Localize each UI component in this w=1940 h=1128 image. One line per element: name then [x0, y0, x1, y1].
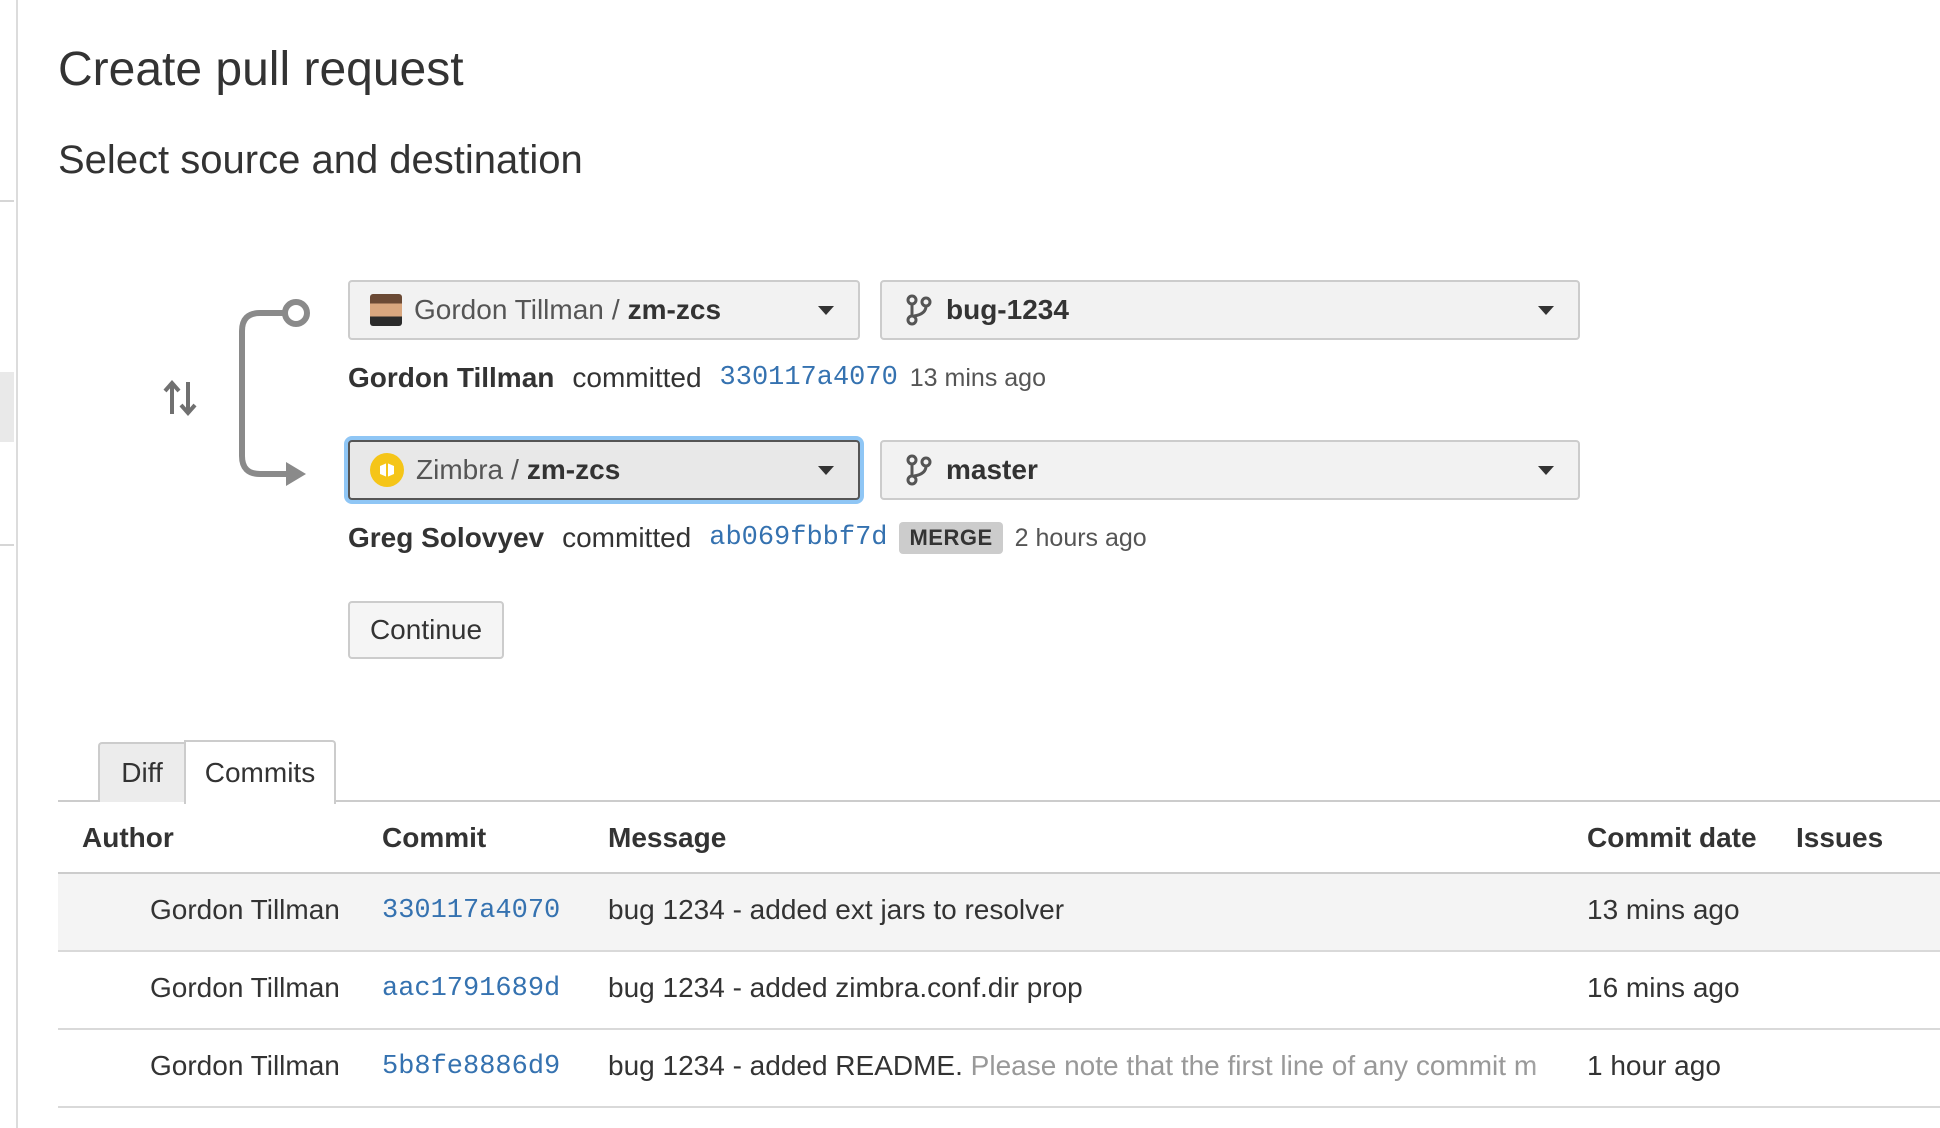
row-message: bug 1234 - added zimbra.conf.dir prop — [608, 972, 1578, 1004]
branch-icon — [906, 454, 932, 486]
commit-hash-link[interactable]: ab069fbbf7d — [709, 523, 887, 553]
swap-direction-icon[interactable] — [162, 378, 198, 418]
row-message: bug 1234 - added ext jars to resolver — [608, 894, 1578, 926]
commit-author: Gordon Tillman — [348, 362, 555, 393]
tab-diff[interactable]: Diff — [98, 742, 186, 802]
source-repo-owner: Gordon Tillman — [414, 294, 604, 325]
commit-author: Greg Solovyev — [348, 522, 545, 553]
column-header-issues: Issues — [1796, 822, 1884, 853]
source-repo-select[interactable]: Gordon Tillman / zm-zcs — [348, 280, 860, 340]
table-header: Author Commit Message Commit date Issues — [58, 802, 1940, 874]
table-row[interactable]: Gordon Tillman aac1791689d bug 1234 - ad… — [58, 952, 1940, 1030]
row-date: 1 hour ago — [1587, 1050, 1721, 1081]
row-author: Gordon Tillman — [150, 972, 340, 1003]
row-date: 13 mins ago — [1587, 894, 1740, 925]
row-message-text: bug 1234 - added README. — [608, 1050, 963, 1081]
table-row[interactable]: Gordon Tillman 5b8fe8886d9 bug 1234 - ad… — [58, 1030, 1940, 1108]
row-message: bug 1234 - added README. Please note tha… — [608, 1050, 1578, 1082]
sidebar-divider — [0, 200, 14, 202]
tab-commits[interactable]: Commits — [184, 740, 336, 804]
repo-separator: / — [611, 294, 620, 325]
column-header-author: Author — [82, 822, 174, 853]
section-title: Select source and destination — [58, 138, 583, 182]
commits-table: Author Commit Message Commit date Issues… — [58, 802, 1940, 1108]
source-commit-info: Gordon Tillman committed 330117a4070 13 … — [348, 362, 1046, 394]
row-message-extended: Please note that the first line of any c… — [962, 1050, 1538, 1081]
continue-button[interactable]: Continue — [348, 601, 504, 659]
message-fade-overlay — [1528, 1030, 1588, 1104]
row-message-text: bug 1234 - added ext jars to resolver — [608, 894, 1065, 925]
chevron-down-icon — [818, 306, 834, 315]
table-row[interactable]: Gordon Tillman 330117a4070 bug 1234 - ad… — [58, 874, 1940, 952]
merge-badge: MERGE — [899, 522, 1003, 554]
branch-icon — [906, 294, 932, 326]
row-date: 16 mins ago — [1587, 972, 1740, 1003]
user-avatar-icon — [370, 294, 402, 326]
commit-hash-link[interactable]: 330117a4070 — [720, 363, 898, 393]
branch-connector-icon — [239, 299, 310, 486]
page-title: Create pull request — [58, 43, 464, 96]
row-commit-hash-link[interactable]: 330117a4070 — [382, 896, 560, 926]
destination-repo-name: zm-zcs — [526, 454, 621, 485]
column-header-commit: Commit — [382, 822, 487, 853]
source-repo-name: zm-zcs — [627, 294, 722, 325]
source-branch-select[interactable]: bug-1234 — [880, 280, 1580, 340]
commit-time: 13 mins ago — [909, 363, 1046, 392]
zimbra-avatar-icon — [370, 453, 404, 487]
row-commit-hash-link[interactable]: 5b8fe8886d9 — [382, 1052, 560, 1082]
row-author: Gordon Tillman — [150, 894, 340, 925]
row-commit-hash-link[interactable]: aac1791689d — [382, 974, 560, 1004]
chevron-down-icon — [1538, 306, 1554, 315]
destination-repo-owner: Zimbra — [416, 454, 504, 485]
chevron-down-icon — [818, 466, 834, 475]
destination-branch-select[interactable]: master — [880, 440, 1580, 500]
destination-repo-select[interactable]: Zimbra / zm-zcs — [348, 440, 860, 500]
commit-verb: committed — [572, 362, 702, 393]
sidebar-active-marker[interactable] — [0, 372, 14, 442]
row-message-text: bug 1234 - added zimbra.conf.dir prop — [608, 972, 1083, 1003]
destination-commit-info: Greg Solovyev committed ab069fbbf7d MERG… — [348, 522, 1147, 554]
column-header-date: Commit date — [1587, 822, 1757, 853]
column-header-message: Message — [608, 822, 727, 853]
destination-branch-name: master — [946, 454, 1038, 485]
sidebar-edge — [0, 0, 18, 1128]
sidebar-divider — [0, 544, 14, 546]
repo-separator: / — [511, 454, 519, 485]
chevron-down-icon — [1538, 466, 1554, 475]
commit-verb: committed — [562, 522, 692, 553]
commit-time: 2 hours ago — [1014, 523, 1147, 552]
source-branch-name: bug-1234 — [946, 294, 1069, 325]
row-author: Gordon Tillman — [150, 1050, 340, 1081]
